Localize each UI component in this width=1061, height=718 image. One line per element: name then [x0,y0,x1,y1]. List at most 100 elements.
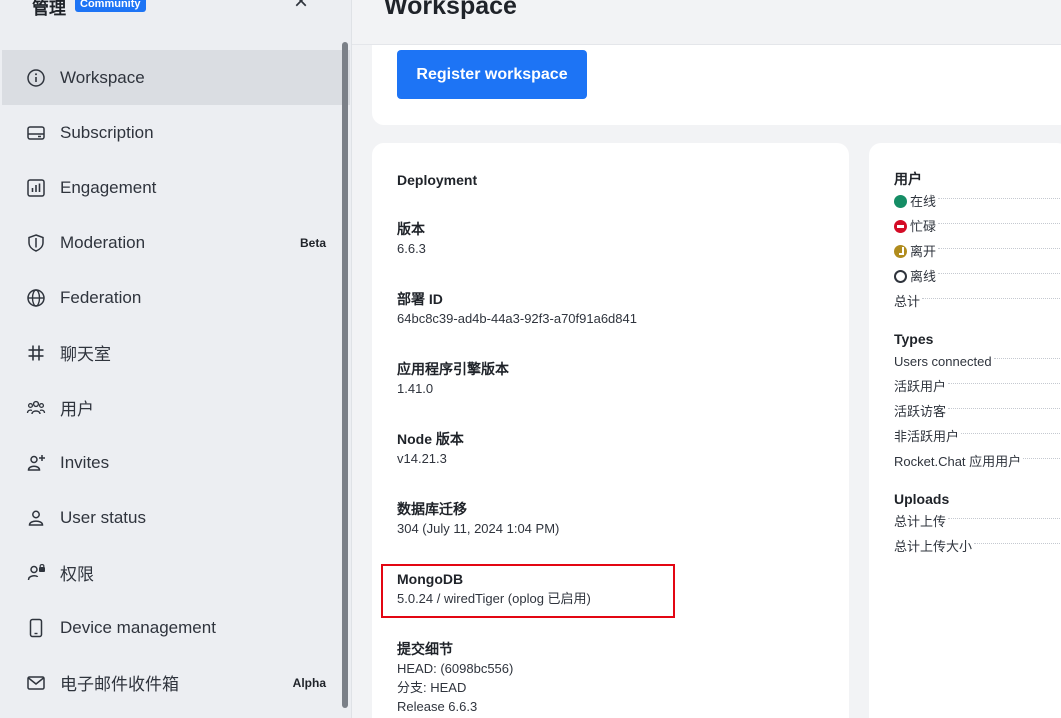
user-lock-icon [26,563,46,583]
sidebar-item-federation[interactable]: Federation [2,270,350,325]
sidebar-item-label: 用户 [60,400,94,419]
edition-badge: Community [75,0,146,12]
commit-details-field: 提交细节 HEAD: (6098bc556) 分支: HEAD Release … [397,640,513,716]
users-icon [26,398,46,418]
commit-line: 分支: HEAD [397,680,467,695]
uploads-stats-title: Uploads [894,491,950,507]
user-plus-icon [26,453,46,473]
stat-label: 活跃用户 [894,379,947,394]
dotted-leader [948,382,1061,384]
stat-row: 总计上传 [894,509,1061,534]
busy-status-icon [894,220,907,233]
register-workspace-button[interactable]: Register workspace [397,50,587,99]
field-label: 应用程序引擎版本 [397,361,509,377]
stat-row-offline: 离线 [894,264,1061,289]
sidebar-item-engagement[interactable]: Engagement [2,160,350,215]
sidebar-item-label: Invites [60,452,110,472]
stat-row-away: 离开 [894,239,1061,264]
shield-icon [26,233,46,253]
dotted-leader [993,357,1061,359]
stat-label: 忙碌 [910,219,937,234]
db-migration-field: 数据库迁移 304 (July 11, 2024 1:04 PM) [397,500,559,538]
sidebar-item-rooms[interactable]: 聊天室 [2,325,350,380]
deployment-card: Deployment 版本 6.6.3 部署 ID 64bc8c39-ad4b-… [372,143,849,718]
users-stats-title: 用户 [894,171,922,187]
alpha-badge: Alpha [292,675,326,690]
field-label: 数据库迁移 [397,501,467,517]
mobile-icon [26,618,46,638]
sidebar-item-label: 权限 [60,565,94,584]
stat-row-online: 在线 [894,189,1061,214]
sidebar-item-label: 聊天室 [60,345,111,364]
stat-label: 总计上传 [894,514,947,529]
sidebar-item-label: Device management [60,617,216,637]
sidebar-nav: Workspace Subscription Engagement Modera… [2,50,350,710]
dotted-leader [922,297,1061,299]
sidebar-item-permissions[interactable]: 权限 [2,545,350,600]
dotted-leader [948,407,1061,409]
stat-label: Users connected [894,354,992,369]
sidebar-item-label: 电子邮件收件箱 [60,675,179,694]
offline-status-icon [894,270,907,283]
info-icon [26,68,46,88]
sidebar-item-device-management[interactable]: Device management [2,600,350,655]
stat-label: 离开 [910,244,937,259]
globe-icon [26,288,46,308]
sidebar-item-moderation[interactable]: Moderation Beta [2,215,350,270]
commit-line: HEAD: (6098bc556) [397,661,514,676]
sidebar-item-user-status[interactable]: User status [2,490,350,545]
field-label: Node 版本 [397,431,464,447]
sidebar-item-label: Federation [60,287,142,307]
beta-badge: Beta [299,235,326,250]
apps-engine-version-field: 应用程序引擎版本 1.41.0 [397,360,509,398]
stat-row-total: 总计 [894,289,1061,314]
page-title: Workspace [384,0,517,20]
card-icon [26,123,46,143]
sidebar-item-label: Moderation [60,232,146,252]
mongodb-highlight-box [381,564,675,618]
dotted-leader [961,432,1061,434]
field-label: 提交细节 [397,641,453,657]
stat-row: Users connected [894,349,1061,374]
field-value: v14.21.3 [397,451,447,466]
stat-label: 非活跃用户 [894,429,960,444]
stat-label: 活跃访客 [894,404,947,419]
sidebar-scrollbar[interactable] [342,42,348,708]
stat-row: Rocket.Chat 应用用户 [894,449,1061,474]
node-version-field: Node 版本 v14.21.3 [397,430,464,468]
close-sidebar-button[interactable]: × [294,0,308,14]
sidebar-item-invites[interactable]: Invites [2,435,350,490]
types-stats: Types Users connected 活跃用户 活跃访客 非活跃用户 Ro… [894,330,1061,474]
sidebar-header: 管理 Community × [0,0,352,44]
usage-stats-card: 用户 在线 忙碌 离开 离线 总计 Types Users connected … [869,143,1061,718]
sidebar-item-workspace[interactable]: Workspace [2,50,350,105]
sidebar-item-label: Workspace [60,67,145,87]
field-label: 部署 ID [397,291,443,307]
dotted-leader [938,197,1061,199]
sidebar-item-label: Subscription [60,122,154,142]
uploads-stats: Uploads 总计上传 总计上传大小 [894,490,1061,559]
types-stats-title: Types [894,331,934,347]
stat-label: 在线 [910,194,937,209]
sidebar-item-email-inboxes[interactable]: 电子邮件收件箱 Alpha [2,655,350,710]
stat-row: 总计上传大小 [894,534,1061,559]
chart-icon [26,178,46,198]
stat-label: 总计上传大小 [894,539,973,554]
dotted-leader [938,222,1061,224]
version-field: 版本 6.6.3 [397,220,426,258]
sidebar-title: 管理 [32,0,66,18]
stat-row-busy: 忙碌 [894,214,1061,239]
field-value: 1.41.0 [397,381,434,396]
sidebar-item-subscription[interactable]: Subscription [2,105,350,160]
dotted-leader [938,247,1061,249]
sidebar-item-users[interactable]: 用户 [2,380,350,435]
stat-row: 非活跃用户 [894,424,1061,449]
stat-row: 活跃用户 [894,374,1061,399]
user-icon [26,508,46,528]
registration-card: Register workspace [372,45,1061,125]
sidebar-item-label: Engagement [60,177,157,197]
dotted-leader [974,542,1061,544]
away-status-icon [894,245,907,258]
deployment-heading: Deployment [397,172,478,188]
stat-label: 离线 [910,269,937,284]
